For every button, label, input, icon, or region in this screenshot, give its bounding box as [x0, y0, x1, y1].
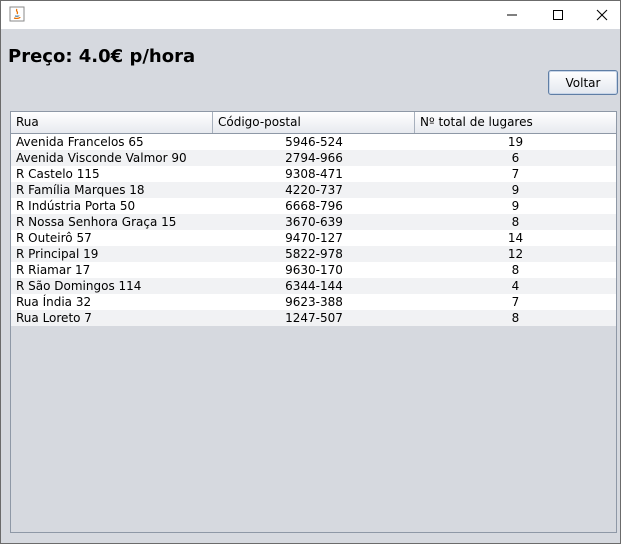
cell-street: Avenida Visconde Valmor 90	[16, 151, 187, 165]
maximize-button[interactable]	[535, 1, 581, 29]
cell-street: R Indústria Porta 50	[16, 199, 136, 213]
cell-postal-code: 6344-144	[285, 279, 343, 293]
table-row[interactable]: R Outeirô 57 9470-127 14	[11, 230, 616, 246]
cell-total-spaces: 19	[507, 135, 524, 149]
table-row[interactable]: Avenida Visconde Valmor 90 2794-966 6	[11, 150, 616, 166]
cell-total-spaces: 8	[511, 263, 520, 277]
cell-total-spaces: 4	[511, 279, 520, 293]
price-label: Preço: 4.0€ p/hora	[8, 46, 196, 67]
cell-total-spaces: 8	[511, 215, 520, 229]
cell-street: R Nossa Senhora Graça 15	[16, 215, 177, 229]
table-row[interactable]: R Riamar 17 9630-170 8	[11, 262, 616, 278]
table-row[interactable]: R Principal 19 5822-978 12	[11, 246, 616, 262]
cell-total-spaces: 9	[511, 199, 520, 213]
maximize-icon	[552, 6, 564, 25]
table-header: Rua Código-postal Nº total de lugares	[11, 112, 616, 134]
table-body: Avenida Francelos 65 5946-524 19 Avenida…	[11, 134, 616, 326]
minimize-button[interactable]	[489, 1, 535, 29]
cell-postal-code: 4220-737	[285, 183, 343, 197]
cell-street: R Riamar 17	[16, 263, 91, 277]
cell-street: R Família Marques 18	[16, 183, 145, 197]
cell-total-spaces: 6	[511, 151, 520, 165]
table-row[interactable]: R Nossa Senhora Graça 15 3670-639 8	[11, 214, 616, 230]
column-header-total-spaces[interactable]: Nº total de lugares	[415, 112, 616, 133]
column-header-street[interactable]: Rua	[11, 112, 213, 133]
title-bar[interactable]	[1, 1, 620, 29]
cell-total-spaces: 7	[511, 167, 520, 181]
table-row[interactable]: R Castelo 115 9308-471 7	[11, 166, 616, 182]
java-app-icon	[9, 6, 25, 22]
back-button[interactable]: Voltar	[548, 70, 618, 95]
cell-postal-code: 1247-507	[285, 311, 343, 325]
cell-postal-code: 9630-170	[285, 263, 343, 277]
cell-street: Rua Índia 32	[16, 295, 92, 309]
close-button[interactable]	[579, 1, 621, 29]
table-row[interactable]: R São Domingos 114 6344-144 4	[11, 278, 616, 294]
cell-total-spaces: 9	[511, 183, 520, 197]
app-window: Preço: 4.0€ p/hora Voltar Rua Código-pos…	[0, 0, 621, 544]
cell-street: R Castelo 115	[16, 167, 100, 181]
table-row[interactable]: Rua Loreto 7 1247-507 8	[11, 310, 616, 326]
table-row[interactable]: Avenida Francelos 65 5946-524 19	[11, 134, 616, 150]
cell-street: Rua Loreto 7	[16, 311, 92, 325]
column-header-postal-code[interactable]: Código-postal	[213, 112, 415, 133]
cell-postal-code: 9623-388	[285, 295, 343, 309]
content-panel: Preço: 4.0€ p/hora Voltar Rua Código-pos…	[1, 29, 620, 543]
cell-street: R Principal 19	[16, 247, 99, 261]
cell-postal-code: 9308-471	[285, 167, 343, 181]
cell-total-spaces: 14	[507, 231, 524, 245]
cell-total-spaces: 8	[511, 311, 520, 325]
cell-total-spaces: 7	[511, 295, 520, 309]
cell-postal-code: 3670-639	[285, 215, 343, 229]
cell-street: Avenida Francelos 65	[16, 135, 144, 149]
cell-postal-code: 5946-524	[285, 135, 343, 149]
cell-street: R São Domingos 114	[16, 279, 142, 293]
minimize-icon	[506, 6, 518, 25]
parking-table: Rua Código-postal Nº total de lugares Av…	[10, 111, 617, 533]
table-row[interactable]: R Família Marques 18 4220-737 9	[11, 182, 616, 198]
cell-total-spaces: 12	[507, 247, 524, 261]
close-icon	[596, 6, 608, 25]
table-row[interactable]: R Indústria Porta 50 6668-796 9	[11, 198, 616, 214]
table-row[interactable]: Rua Índia 32 9623-388 7	[11, 294, 616, 310]
cell-postal-code: 2794-966	[285, 151, 343, 165]
cell-street: R Outeirô 57	[16, 231, 92, 245]
cell-postal-code: 9470-127	[285, 231, 343, 245]
cell-postal-code: 5822-978	[285, 247, 343, 261]
cell-postal-code: 6668-796	[285, 199, 343, 213]
